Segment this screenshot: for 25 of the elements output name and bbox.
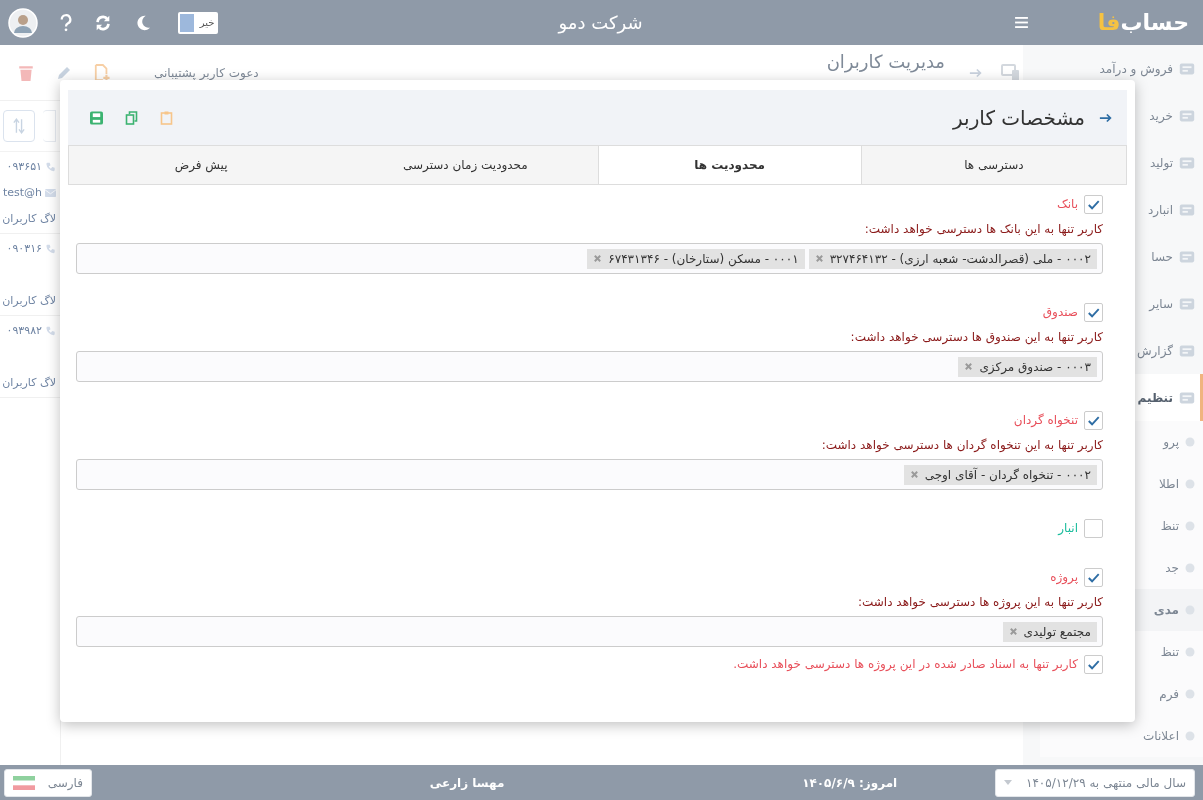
page-title: مدیریت کاربران <box>826 51 945 72</box>
checkbox-label: بانک <box>1056 197 1078 211</box>
user-name: مهسا زارعی <box>429 775 505 790</box>
company-name: شرکت دمو <box>558 12 643 33</box>
tag-text: ۰۰۰۱ - مسکن (ستارخان) - ۶۷۴۳۱۳۴۶ <box>608 250 799 267</box>
tag-text: ۰۰۰۲ - ملی (قصرالدشت- شعبه ارزی) - ۳۲۷۴۶۴۱۳۲ <box>829 250 1091 267</box>
phone-number: ۰۹۰۳۱۶ <box>6 242 42 255</box>
today-date: امروز: ۱۴۰۵/۶/۹ <box>802 775 898 790</box>
tag-text: مجتمع تولیدی <box>1023 623 1091 640</box>
checkbox-label: کاربر تنها به اسناد صادر شده در این پروژه ها دسترسی خواهد داشت. <box>733 657 1078 671</box>
phone-number: ۰۹۳۶۵۱ <box>6 160 42 173</box>
restriction-note: کاربر تنها به این صندوق ها دسترسی خواهد داشت: <box>849 329 1103 345</box>
checkbox-label: انبار <box>1058 521 1078 535</box>
restriction-note: کاربر تنها به این پروژه ها دسترسی خواهد داشت: <box>856 594 1103 610</box>
dialog-title: مشخصات کاربر <box>953 105 1085 130</box>
restriction-note: کاربر تنها به این بانک ها دسترسی خواهد داشت: <box>863 221 1103 237</box>
email-address: test@h <box>2 186 42 199</box>
checkbox-label: صندوق <box>1042 305 1078 319</box>
restriction-note: کاربر تنها به این تنخواه گردان ها دسترسی خواهد داشت: <box>820 437 1103 453</box>
tag-text: ۰۰۰۲ - تنخواه گردان - آقای اوجی <box>924 466 1091 483</box>
checkbox-label: تنخواه گردان <box>1013 413 1078 427</box>
phone-number: ۰۹۳۹۸۲ <box>6 324 42 337</box>
logo: حسابفا <box>1097 10 1189 35</box>
tag-text: ۰۰۰۳ - صندوق مرکزی <box>979 358 1091 375</box>
checkbox-label: پروژه <box>1050 570 1078 584</box>
